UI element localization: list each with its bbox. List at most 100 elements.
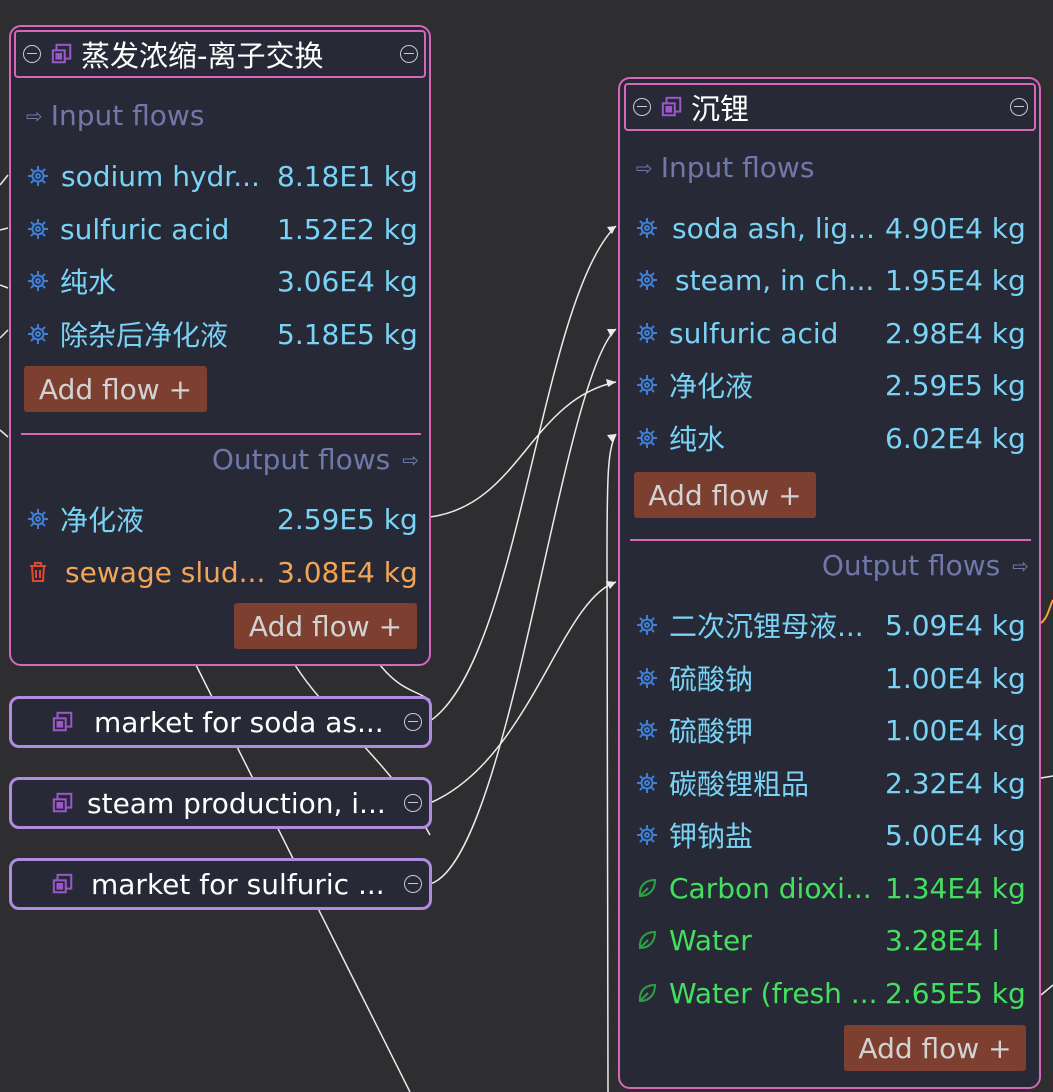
gear-icon bbox=[635, 426, 659, 450]
flow-name: 二次沉锂母液... bbox=[669, 610, 864, 643]
input-flow-row[interactable]: sulfuric acid 1.52E2 kg bbox=[26, 209, 421, 249]
edge-soda-ash bbox=[429, 225, 617, 722]
output-flows-label: Output flows ⇨ bbox=[211, 443, 419, 476]
add-input-flow-button[interactable]: Add flow + bbox=[634, 472, 816, 518]
flow-name: 净化液 bbox=[669, 370, 754, 403]
edge-pure-water-right bbox=[606, 433, 617, 1092]
flow-amount[interactable]: 2.65E5 kg bbox=[885, 977, 1026, 1010]
flow-amount[interactable]: 5.18E5 kg bbox=[277, 318, 418, 351]
flow-amount[interactable]: 6.02E4 kg bbox=[885, 422, 1026, 455]
input-flows-label: ⇨ Input flows bbox=[26, 99, 205, 132]
flow-amount[interactable]: 8.18E1 kg bbox=[277, 160, 418, 193]
flow-amount[interactable]: 1.00E4 kg bbox=[885, 714, 1026, 747]
collapse-icon[interactable] bbox=[404, 794, 422, 812]
input-flow-row[interactable]: sulfuric acid 2.98E4 kg bbox=[635, 313, 1030, 353]
collapse-icon[interactable] bbox=[400, 45, 418, 63]
flow-name: 纯水 bbox=[60, 266, 117, 299]
flow-name: 钾钠盐 bbox=[669, 820, 754, 853]
input-flow-row[interactable]: soda ash, lig... 4.90E4 kg bbox=[635, 208, 1030, 248]
input-flow-row[interactable]: sodium hydr... 8.18E1 kg bbox=[26, 156, 421, 196]
gear-icon bbox=[26, 507, 50, 531]
flow-amount[interactable]: 5.00E4 kg bbox=[885, 819, 1026, 852]
flow-amount[interactable]: 3.06E4 kg bbox=[277, 265, 418, 298]
process-icon bbox=[52, 792, 74, 814]
flow-amount[interactable]: 3.08E4 kg bbox=[277, 556, 418, 589]
process-node-evaporation[interactable]: 蒸发浓缩-离子交换 ⇨ Input flows sodium hydr... 8… bbox=[9, 25, 431, 666]
provider-label: market for sulfuric ... bbox=[91, 867, 385, 901]
collapse-icon[interactable] bbox=[633, 98, 651, 116]
arrow-right-icon: ⇨ bbox=[636, 155, 653, 180]
flow-amount[interactable]: 5.09E4 kg bbox=[885, 609, 1026, 642]
output-flow-row[interactable]: sewage slud... 3.08E4 kg bbox=[26, 552, 421, 592]
input-flow-row[interactable]: 净化液 2.59E5 kg bbox=[635, 365, 1030, 405]
input-flow-row[interactable]: 纯水 3.06E4 kg bbox=[26, 261, 421, 301]
flow-amount[interactable]: 4.90E4 kg bbox=[885, 212, 1026, 245]
flow-amount[interactable]: 1.95E4 kg bbox=[885, 264, 1026, 297]
output-flow-row[interactable]: 二次沉锂母液... 5.09E4 kg bbox=[635, 605, 1030, 645]
add-output-flow-button[interactable]: Add flow + bbox=[234, 603, 417, 649]
edge-arrowhead bbox=[607, 226, 616, 234]
output-flow-row[interactable]: 硫酸钠 1.00E4 kg bbox=[635, 658, 1030, 698]
input-flow-row[interactable]: 除杂后净化液 5.18E5 kg bbox=[26, 314, 421, 354]
node-header[interactable]: 蒸发浓缩-离子交换 bbox=[14, 30, 426, 78]
output-flow-row[interactable]: 碳酸锂粗品 2.32E4 kg bbox=[635, 763, 1030, 803]
edge-left-input-3 bbox=[0, 284, 9, 289]
input-flows-label: ⇨ Input flows bbox=[636, 151, 815, 184]
provider-node-steam[interactable]: steam production, i... bbox=[9, 777, 432, 829]
flow-name: 净化液 bbox=[60, 504, 145, 537]
flow-name: Water (fresh ... bbox=[669, 976, 878, 1010]
flow-amount[interactable]: 3.28E4 l bbox=[885, 924, 1000, 957]
edge-left-input-2 bbox=[0, 227, 9, 231]
provider-node-sulfuric[interactable]: market for sulfuric ... bbox=[9, 858, 432, 910]
collapse-icon[interactable] bbox=[404, 713, 422, 731]
arrow-right-icon: ⇨ bbox=[26, 103, 43, 128]
edge-sulfuric-acid bbox=[429, 328, 617, 885]
output-flow-row[interactable]: 钾钠盐 5.00E4 kg bbox=[635, 815, 1030, 855]
edge-steam bbox=[429, 581, 617, 804]
flow-name: Water bbox=[669, 923, 752, 957]
collapse-icon[interactable] bbox=[23, 45, 41, 63]
output-flow-row[interactable]: Water 3.28E4 l bbox=[635, 920, 1030, 960]
flow-name: 碳酸锂粗品 bbox=[669, 768, 810, 801]
edge-purified-liquid bbox=[429, 381, 617, 518]
arrow-right-icon: ⇨ bbox=[402, 447, 419, 472]
gear-icon bbox=[635, 771, 659, 795]
collapse-icon[interactable] bbox=[1010, 98, 1028, 116]
gear-icon bbox=[635, 373, 659, 397]
flow-amount[interactable]: 1.34E4 kg bbox=[885, 872, 1026, 905]
section-divider bbox=[21, 433, 421, 435]
gear-icon bbox=[26, 322, 50, 346]
node-header[interactable]: 沉锂 bbox=[624, 83, 1036, 131]
input-flow-row[interactable]: 纯水 6.02E4 kg bbox=[635, 418, 1030, 458]
flow-amount[interactable]: 2.98E4 kg bbox=[885, 317, 1026, 350]
flow-name: sodium hydr... bbox=[61, 159, 260, 193]
output-flow-row[interactable]: Water (fresh ... 2.65E5 kg bbox=[635, 973, 1030, 1013]
edge-arrowhead bbox=[607, 329, 616, 337]
input-flow-row[interactable]: steam, in ch... 1.95E4 kg bbox=[635, 260, 1030, 300]
add-output-flow-button[interactable]: Add flow + bbox=[844, 1025, 1026, 1071]
output-flow-row[interactable]: Carbon dioxi... 1.34E4 kg bbox=[635, 868, 1030, 908]
flow-name: 硫酸钠 bbox=[669, 663, 754, 696]
leaf-icon bbox=[635, 876, 659, 900]
arrow-right-icon: ⇨ bbox=[1012, 553, 1029, 578]
output-flow-row[interactable]: 硫酸钾 1.00E4 kg bbox=[635, 710, 1030, 750]
provider-node-soda-ash[interactable]: market for soda as... bbox=[9, 696, 432, 748]
edge-left-output bbox=[0, 429, 9, 438]
flow-name: steam, in ch... bbox=[675, 263, 875, 297]
flow-amount[interactable]: 2.59E5 kg bbox=[885, 369, 1026, 402]
collapse-icon[interactable] bbox=[404, 875, 422, 893]
output-flows-label: Output flows ⇨ bbox=[821, 549, 1029, 582]
output-flow-row[interactable]: 净化液 2.59E5 kg bbox=[26, 499, 421, 539]
process-node-lithium-precipitation[interactable]: 沉锂 ⇨ Input flows soda ash, lig... 4.90E4… bbox=[618, 77, 1041, 1089]
flow-name: 除杂后净化液 bbox=[60, 319, 229, 352]
flow-amount[interactable]: 1.00E4 kg bbox=[885, 662, 1026, 695]
edge-arrowhead bbox=[607, 434, 616, 442]
provider-label: market for soda as... bbox=[94, 705, 384, 739]
add-input-flow-button[interactable]: Add flow + bbox=[24, 366, 207, 412]
flow-amount[interactable]: 2.59E5 kg bbox=[277, 503, 418, 536]
flow-amount[interactable]: 1.52E2 kg bbox=[277, 213, 418, 246]
flow-amount[interactable]: 2.32E4 kg bbox=[885, 767, 1026, 800]
flow-name: soda ash, lig... bbox=[672, 211, 875, 245]
flow-name: sewage slud... bbox=[65, 555, 266, 589]
leaf-icon bbox=[635, 928, 659, 952]
